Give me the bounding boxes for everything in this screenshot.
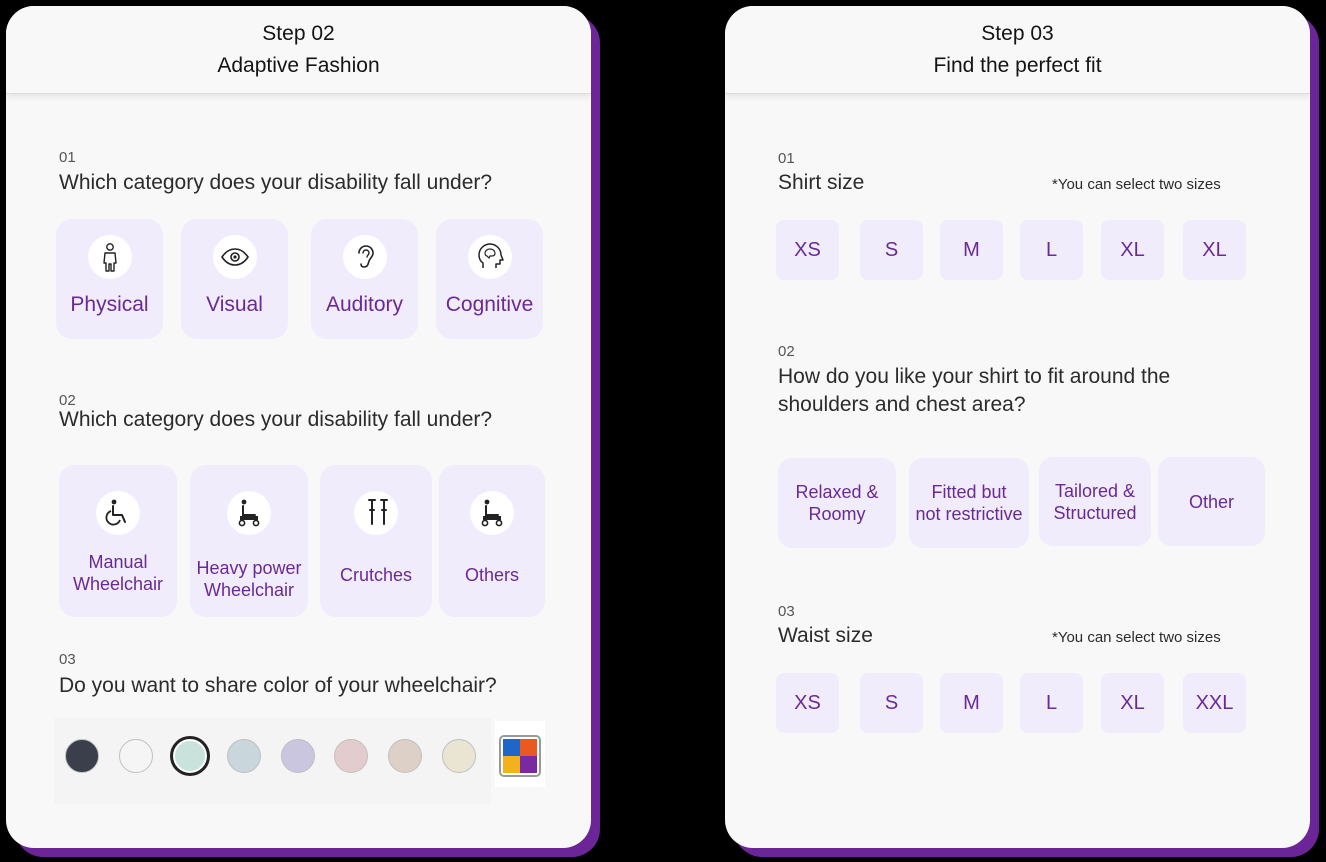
step-02-card: Step 02 Adaptive Fashion 01 Which catego… bbox=[6, 6, 591, 848]
option-physical[interactable]: Physical bbox=[56, 219, 163, 339]
question-text: Waist size bbox=[778, 624, 873, 647]
fit-option-tailored[interactable]: Tailored & Structured bbox=[1039, 457, 1151, 546]
color-palette-icon bbox=[499, 735, 541, 777]
fit-option-fitted[interactable]: Fitted but not restrictive bbox=[909, 458, 1029, 548]
shirt-size-xl[interactable]: XL bbox=[1101, 220, 1164, 280]
waist-size-l[interactable]: L bbox=[1020, 673, 1083, 733]
option-label: Others bbox=[464, 565, 520, 585]
color-palette-button[interactable] bbox=[495, 721, 545, 787]
question-text-line2: shoulders and chest area? bbox=[778, 393, 1026, 416]
question-text: Shirt size bbox=[778, 171, 865, 194]
wheelchair-other-icon bbox=[470, 491, 514, 535]
swatch-light-blue[interactable] bbox=[227, 739, 261, 773]
person-icon bbox=[87, 235, 132, 279]
question-text: Which category does your disability fall… bbox=[59, 408, 493, 431]
fit-option-line1: Fitted but bbox=[931, 482, 1007, 502]
shirt-size-xs[interactable]: XS bbox=[776, 220, 839, 280]
option-label-line1: Heavy power bbox=[196, 558, 302, 578]
question-number: 03 bbox=[778, 603, 795, 620]
selection-note: *You can select two sizes bbox=[1052, 176, 1221, 193]
swatch-cream[interactable] bbox=[442, 739, 476, 773]
page-title: Find the perfect fit bbox=[933, 54, 1102, 77]
question-number: 01 bbox=[59, 149, 76, 166]
option-auditory[interactable]: Auditory bbox=[311, 219, 418, 339]
question-text: Do you want to share color of your wheel… bbox=[59, 674, 497, 697]
brain-head-icon bbox=[467, 235, 512, 279]
option-label: Physical bbox=[70, 293, 149, 316]
power-wheelchair-icon bbox=[227, 491, 271, 535]
shirt-size-s[interactable]: S bbox=[860, 220, 923, 280]
shirt-size-m[interactable]: M bbox=[940, 220, 1003, 280]
option-label-line2: Wheelchair bbox=[72, 574, 164, 594]
card-header: Step 03 Find the perfect fit bbox=[725, 6, 1310, 94]
step-03-card: Step 03 Find the perfect fit 01 Shirt si… bbox=[725, 6, 1310, 848]
swatch-mint[interactable] bbox=[170, 736, 210, 776]
eye-icon bbox=[212, 235, 257, 279]
question-text: Which category does your disability fall… bbox=[59, 171, 493, 194]
fit-option-line2: Structured bbox=[1053, 502, 1137, 523]
option-cognitive[interactable]: Cognitive bbox=[436, 219, 543, 339]
option-visual[interactable]: Visual bbox=[181, 219, 288, 339]
waist-size-s[interactable]: S bbox=[860, 673, 923, 733]
option-label-line1: Manual bbox=[88, 552, 148, 572]
option-heavy-power-wheelchair[interactable]: Heavy power Wheelchair bbox=[190, 465, 308, 617]
question-number: 03 bbox=[59, 651, 76, 668]
option-label: Crutches bbox=[339, 565, 413, 585]
ear-icon bbox=[342, 235, 387, 279]
fit-option-line1: Tailored & bbox=[1054, 480, 1136, 501]
step-label: Step 02 bbox=[262, 22, 335, 45]
question-number: 02 bbox=[778, 343, 795, 360]
shirt-size-xl-2[interactable]: XL bbox=[1183, 220, 1246, 280]
manual-wheelchair-icon bbox=[96, 491, 140, 535]
shirt-size-l[interactable]: L bbox=[1020, 220, 1083, 280]
swatch-blush[interactable] bbox=[334, 739, 368, 773]
option-label: Cognitive bbox=[445, 293, 534, 316]
page-title: Adaptive Fashion bbox=[217, 54, 380, 77]
waist-size-xs[interactable]: XS bbox=[776, 673, 839, 733]
fit-option-line2: not restrictive bbox=[915, 504, 1023, 524]
option-label: Visual bbox=[206, 293, 263, 316]
option-manual-wheelchair[interactable]: Manual Wheelchair bbox=[59, 465, 177, 617]
step-label: Step 03 bbox=[981, 22, 1054, 45]
question-text-line1: How do you like your shirt to fit around… bbox=[778, 365, 1171, 388]
option-label-line2: Wheelchair bbox=[203, 580, 295, 600]
fit-option-line2: Roomy bbox=[808, 504, 866, 524]
swatch-white[interactable] bbox=[119, 739, 153, 773]
option-others[interactable]: Others bbox=[439, 465, 545, 617]
swatch-navy[interactable] bbox=[65, 739, 99, 773]
card-header: Step 02 Adaptive Fashion bbox=[6, 6, 591, 94]
option-crutches[interactable]: Crutches bbox=[320, 465, 432, 617]
swatch-beige[interactable] bbox=[388, 739, 422, 773]
fit-option-line1: Relaxed & bbox=[795, 482, 879, 502]
fit-option-other[interactable]: Other bbox=[1158, 457, 1265, 546]
waist-size-m[interactable]: M bbox=[940, 673, 1003, 733]
fit-option-line1: Other bbox=[1188, 491, 1235, 512]
selection-note: *You can select two sizes bbox=[1052, 629, 1221, 646]
question-number: 01 bbox=[778, 150, 795, 167]
crutches-icon bbox=[354, 491, 398, 535]
waist-size-xxl[interactable]: XXL bbox=[1183, 673, 1246, 733]
fit-option-relaxed[interactable]: Relaxed & Roomy bbox=[778, 458, 896, 548]
option-label: Auditory bbox=[325, 293, 404, 316]
waist-size-xl[interactable]: XL bbox=[1101, 673, 1164, 733]
swatch-lavender[interactable] bbox=[281, 739, 315, 773]
